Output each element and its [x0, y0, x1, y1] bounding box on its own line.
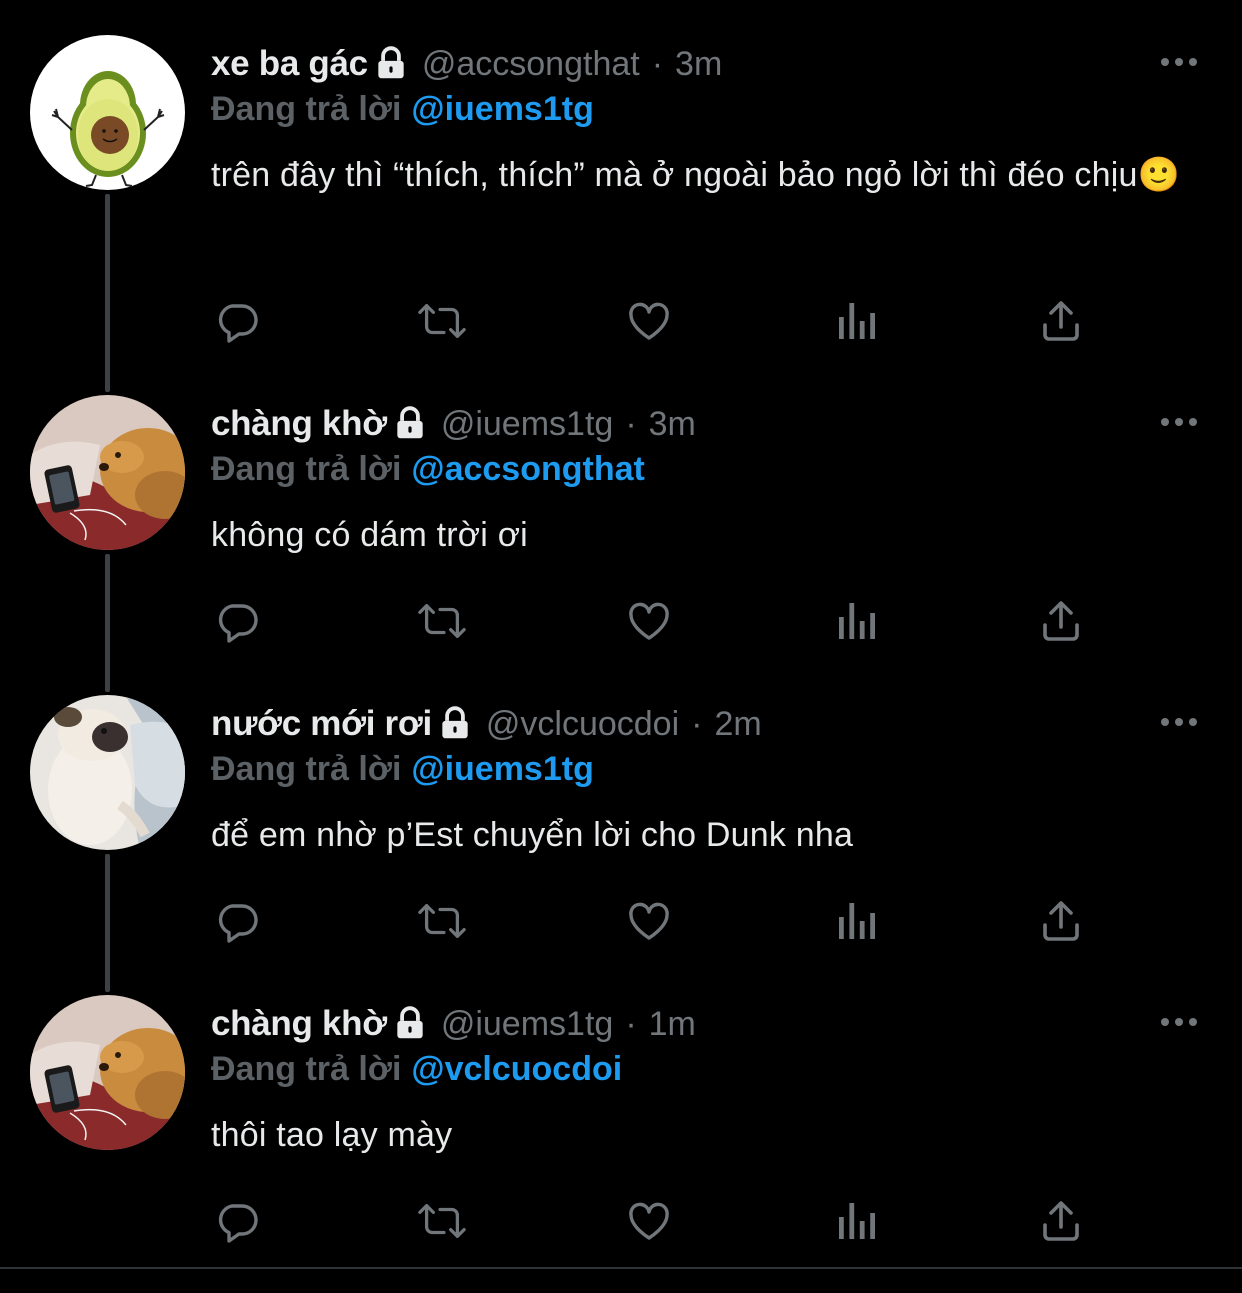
- share-icon[interactable]: [1036, 896, 1086, 946]
- mention-link[interactable]: @iuems1tg: [411, 750, 593, 788]
- tweet-text: trên đây thì “thích, thích” mà ở ngoài b…: [211, 156, 1181, 194]
- display-name[interactable]: nước mới rơi: [211, 704, 432, 744]
- replying-to-line: Đang trả lời @iuems1tg: [211, 750, 594, 789]
- user-handle[interactable]: @iuems1tg: [441, 1005, 613, 1044]
- mention-link[interactable]: @vclcuocdoi: [411, 1050, 622, 1088]
- tweet[interactable]: nước mới rơi @vclcuocdoi · 2m Đang trả l…: [0, 660, 1242, 960]
- replying-to-line: Đang trả lời @iuems1tg: [211, 90, 594, 129]
- like-icon[interactable]: [624, 596, 674, 646]
- timestamp[interactable]: 1m: [649, 1005, 696, 1044]
- retweet-icon[interactable]: [417, 596, 467, 646]
- analytics-icon[interactable]: [832, 896, 882, 946]
- tweet-text: thôi tao lạy mày: [211, 1116, 453, 1154]
- analytics-icon[interactable]: [832, 296, 882, 346]
- analytics-icon[interactable]: [832, 596, 882, 646]
- timestamp[interactable]: 2m: [714, 705, 761, 744]
- separator-dot: ·: [625, 404, 637, 443]
- tweet[interactable]: chàng khờ @iuems1tg · 3m Đang trả lời @ac…: [0, 360, 1242, 660]
- retweet-icon[interactable]: [417, 896, 467, 946]
- separator-dot: ·: [625, 1004, 637, 1043]
- tweet-actions: [212, 296, 1092, 346]
- analytics-icon[interactable]: [832, 1196, 882, 1246]
- tweet-header: xe ba gác @accsongthat · 3m: [211, 40, 722, 88]
- replying-to-label: Đang trả lời: [211, 90, 402, 128]
- share-icon[interactable]: [1036, 296, 1086, 346]
- mention-link[interactable]: @iuems1tg: [411, 90, 593, 128]
- share-icon[interactable]: [1036, 596, 1086, 646]
- reply-icon[interactable]: [212, 596, 262, 646]
- dog-avatar[interactable]: [30, 995, 185, 1150]
- user-handle[interactable]: @iuems1tg: [441, 405, 613, 444]
- display-name[interactable]: chàng khờ: [211, 1004, 387, 1044]
- tweet-text: để em nhờ p’Est chuyển lời cho Dunk nha: [211, 816, 854, 854]
- reply-icon[interactable]: [212, 896, 262, 946]
- replying-to-line: Đang trả lời @vclcuocdoi: [211, 1050, 622, 1089]
- user-handle[interactable]: @vclcuocdoi: [486, 705, 679, 744]
- like-icon[interactable]: [624, 1196, 674, 1246]
- tweet-actions: [212, 596, 1092, 646]
- more-options-icon[interactable]: [1160, 1012, 1198, 1032]
- tweet-header: nước mới rơi @vclcuocdoi · 2m: [211, 700, 762, 748]
- replying-to-label: Đang trả lời: [211, 1050, 402, 1088]
- display-name[interactable]: xe ba gác: [211, 44, 368, 84]
- retweet-icon[interactable]: [417, 1196, 467, 1246]
- replying-to-label: Đang trả lời: [211, 750, 402, 788]
- tweet-thread: xe ba gác @accsongthat · 3m Đang trả lời…: [0, 0, 1242, 1293]
- tweet-header: chàng khờ @iuems1tg · 1m: [211, 1000, 696, 1048]
- retweet-icon[interactable]: [417, 296, 467, 346]
- timestamp[interactable]: 3m: [675, 45, 722, 84]
- separator-dot: ·: [651, 44, 664, 83]
- separator-dot: ·: [691, 704, 703, 743]
- replying-to-line: Đang trả lời @accsongthat: [211, 450, 645, 489]
- tweet-text: không có dám trời ơi: [211, 516, 528, 554]
- tweet-actions: [212, 896, 1092, 946]
- more-options-icon[interactable]: [1160, 52, 1198, 72]
- like-icon[interactable]: [624, 296, 674, 346]
- lock-icon: [436, 705, 474, 743]
- display-name[interactable]: chàng khờ: [211, 404, 387, 444]
- tweet[interactable]: xe ba gác @accsongthat · 3m Đang trả lời…: [0, 0, 1242, 343]
- tweet-header: chàng khờ @iuems1tg · 3m: [211, 400, 696, 448]
- lock-icon: [391, 405, 429, 443]
- dog-avatar[interactable]: [30, 395, 185, 550]
- like-icon[interactable]: [624, 896, 674, 946]
- replying-to-label: Đang trả lời: [211, 450, 402, 488]
- lock-icon: [372, 45, 410, 83]
- more-options-icon[interactable]: [1160, 412, 1198, 432]
- tweet-actions: [212, 1196, 1092, 1246]
- avocado-avatar[interactable]: [30, 35, 185, 190]
- pug-avatar[interactable]: [30, 695, 185, 850]
- share-icon[interactable]: [1036, 1196, 1086, 1246]
- divider: [0, 1267, 1242, 1269]
- reply-icon[interactable]: [212, 1196, 262, 1246]
- mention-link[interactable]: @accsongthat: [411, 450, 644, 488]
- reply-icon[interactable]: [212, 296, 262, 346]
- lock-icon: [391, 1005, 429, 1043]
- more-options-icon[interactable]: [1160, 712, 1198, 732]
- user-handle[interactable]: @accsongthat: [422, 45, 640, 84]
- timestamp[interactable]: 3m: [649, 405, 696, 444]
- tweet[interactable]: chàng khờ @iuems1tg · 1m Đang trả lời @vc…: [0, 960, 1242, 1260]
